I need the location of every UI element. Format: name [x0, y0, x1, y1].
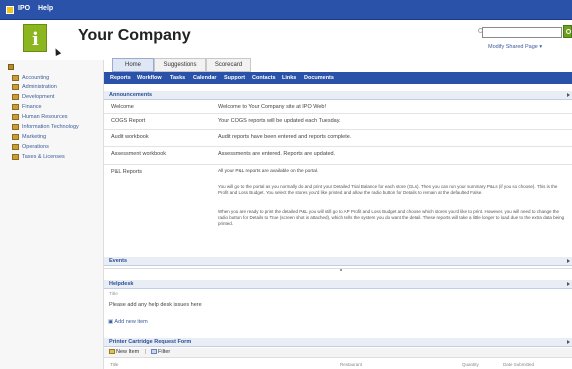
folder-icon	[12, 84, 19, 90]
announcement-title[interactable]: Assessment workbook	[111, 151, 166, 157]
announcement-title[interactable]: COGS Report	[111, 118, 145, 124]
helpdesk-header[interactable]: Helpdesk	[104, 280, 572, 289]
nav-link-support[interactable]: Support	[224, 75, 245, 81]
site-icon	[6, 6, 14, 14]
site-label[interactable]: IPO	[18, 5, 30, 12]
sidebar-item-label[interactable]: Finance	[22, 104, 42, 110]
events-title: Events	[109, 258, 128, 264]
sidebar-item-label[interactable]: Administration	[22, 84, 57, 90]
expand-arrow-icon[interactable]	[567, 340, 570, 344]
announcements-title: Announcements	[109, 92, 153, 98]
announcement-body: Welcome to Your Company site at IPO Web!	[218, 104, 327, 110]
helpdesk-title: Helpdesk	[109, 281, 134, 287]
sidebar-item-label[interactable]: Operations	[22, 144, 49, 150]
divider	[104, 268, 572, 269]
top-bar: IPO Help	[0, 0, 572, 20]
filter-label: Filter	[158, 349, 171, 355]
sidebar-item-taxes-licenses[interactable]: Taxes & Licenses	[12, 154, 102, 161]
sidebar-item-label[interactable]: Information Technology	[22, 124, 79, 130]
column-header-quantity[interactable]: Quantity	[462, 362, 479, 367]
sites-icon	[8, 64, 14, 70]
announcement-title[interactable]: P&L Reports	[111, 169, 142, 175]
tab-scorecard[interactable]: Scorecard	[206, 58, 251, 72]
tab-suggestions[interactable]: Suggestions	[154, 58, 206, 72]
search-go-button[interactable]	[563, 25, 572, 38]
page-title: Your Company	[78, 27, 191, 44]
column-header-title[interactable]: Title	[110, 362, 118, 367]
expand-arrow-icon[interactable]	[567, 93, 570, 97]
nav-link-contacts[interactable]: Contacts	[252, 75, 276, 81]
company-logo[interactable]: i	[23, 24, 47, 52]
list-toolbar: New Item | Filter	[104, 348, 572, 358]
events-header[interactable]: Events	[104, 257, 572, 266]
resize-handle-icon[interactable]	[340, 269, 342, 271]
new-item-icon	[109, 349, 115, 355]
list-item: COGS Report Your COGS reports will be up…	[104, 114, 572, 130]
announcements-header[interactable]: Announcements	[104, 91, 572, 100]
sidebar-item-administration[interactable]: Administration	[12, 84, 102, 91]
expand-arrow-icon[interactable]	[567, 259, 570, 263]
sidebar-item-label[interactable]: Human Resources	[22, 114, 68, 120]
nav-link-workflow[interactable]: Workflow	[137, 75, 162, 81]
list-item: Audit workbook Audit reports have been e…	[104, 130, 572, 147]
folder-icon	[12, 124, 19, 130]
nav-link-calendar[interactable]: Calendar	[193, 75, 217, 81]
sidebar-item-information-technology[interactable]: Information Technology	[12, 124, 102, 131]
toolbar-separator: |	[145, 349, 147, 355]
nav-link-links[interactable]: Links	[282, 75, 296, 81]
column-header-restaurant[interactable]: Restaurant	[340, 362, 362, 367]
sidebar-item-accounting[interactable]: Accounting	[12, 75, 102, 82]
folder-icon	[12, 114, 19, 120]
announcement-paragraph: When you are ready to print the detailed…	[218, 209, 565, 226]
announcement-body: Assessments are entered. Reports are upd…	[218, 151, 336, 157]
printer-form-header[interactable]: Printer Cartridge Request Form	[104, 338, 572, 347]
column-header-date-submitted[interactable]: Date Submitted	[503, 362, 534, 367]
helpdesk-empty-message: Please add any help desk issues here	[109, 302, 202, 308]
mouse-cursor-icon	[52, 47, 62, 56]
add-new-item-link[interactable]: ▣ Add new item	[108, 319, 148, 325]
folder-icon	[12, 144, 19, 150]
column-header-title[interactable]: Title	[109, 292, 118, 297]
modify-shared-page-link[interactable]: Modify Shared Page ▾	[488, 44, 542, 50]
announcement-body: All your P&L reports are available on th…	[218, 169, 319, 174]
folder-icon	[12, 94, 19, 100]
search-input[interactable]	[482, 27, 562, 38]
folder-icon	[12, 75, 19, 81]
folder-icon	[12, 134, 19, 140]
announcement-body: Audit reports have been entered and repo…	[218, 134, 352, 140]
help-link[interactable]: Help	[38, 5, 53, 12]
nav-link-tasks[interactable]: Tasks	[170, 75, 185, 81]
nav-link-documents[interactable]: Documents	[304, 75, 334, 81]
sidebar-item-operations[interactable]: Operations	[12, 144, 102, 151]
nav-link-reports[interactable]: Reports	[110, 75, 131, 81]
tab-home[interactable]: Home	[112, 58, 154, 72]
sidebar-item-label[interactable]: Development	[22, 94, 54, 100]
filter-button[interactable]: Filter	[151, 349, 170, 355]
announcement-title[interactable]: Audit workbook	[111, 134, 149, 140]
quick-nav-bar: Reports Workflow Tasks Calendar Support …	[104, 72, 572, 84]
list-item: Welcome Welcome to Your Company site at …	[104, 100, 572, 114]
new-item-label: New Item	[116, 349, 140, 355]
new-item-button[interactable]: New Item	[109, 349, 139, 355]
sidebar-item-finance[interactable]: Finance	[12, 104, 102, 111]
filter-icon	[151, 349, 157, 355]
sidebar-item-label[interactable]: Taxes & Licenses	[22, 154, 65, 160]
sidebar-item-human-resources[interactable]: Human Resources	[12, 114, 102, 121]
announcement-body: Your COGS reports will be updated each T…	[218, 118, 341, 124]
expand-arrow-icon[interactable]	[567, 282, 570, 286]
list-item: Assessment workbook Assessments are ente…	[104, 147, 572, 165]
printer-form-title: Printer Cartridge Request Form	[109, 339, 192, 345]
sidebar-item-label[interactable]: Accounting	[22, 75, 49, 81]
announcement-paragraph: You will go to the portal as you normall…	[218, 184, 558, 195]
folder-icon	[12, 104, 19, 110]
sidebar-item-label[interactable]: Marketing	[22, 134, 46, 140]
sidebar-item-development[interactable]: Development	[12, 94, 102, 101]
sidebar-item-marketing[interactable]: Marketing	[12, 134, 102, 141]
announcement-title[interactable]: Welcome	[111, 104, 134, 110]
folder-icon	[12, 154, 19, 160]
